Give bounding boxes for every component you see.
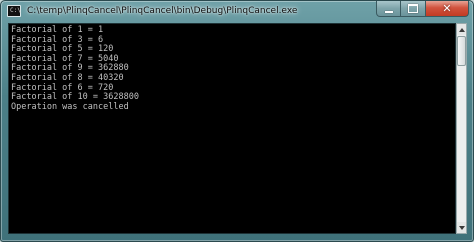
arrow-down-icon: [458, 225, 465, 230]
console-window: C:\ C:\temp\PlinqCancel\PlinqCancel\bin\…: [0, 0, 474, 242]
app-icon-glyph: C:\: [10, 7, 21, 14]
close-icon: ✕: [442, 2, 452, 15]
vertical-scrollbar[interactable]: [456, 23, 467, 234]
console-line: Operation was cancelled: [11, 101, 129, 112]
window-title: C:\temp\PlinqCancel\PlinqCancel\bin\Debu…: [27, 6, 298, 16]
window-bottom-border[interactable]: [1, 234, 473, 241]
scroll-up-button[interactable]: [457, 24, 466, 35]
scroll-thumb[interactable]: [457, 36, 466, 66]
console-app-icon[interactable]: C:\: [7, 5, 21, 17]
console-lines: Factorial of 1 = 1 Factorial of 3 = 6 Fa…: [11, 25, 139, 112]
caption-buttons: ✕: [376, 1, 469, 18]
maximize-icon: [408, 4, 418, 13]
title-bar[interactable]: C:\ C:\temp\PlinqCancel\PlinqCancel\bin\…: [1, 1, 473, 23]
minimize-button[interactable]: [376, 1, 401, 17]
minimize-icon: [384, 10, 393, 13]
console-output-area[interactable]: Factorial of 1 = 1 Factorial of 3 = 6 Fa…: [8, 23, 456, 234]
scroll-down-button[interactable]: [457, 222, 466, 233]
arrow-up-icon: [458, 27, 465, 32]
maximize-button[interactable]: [401, 1, 426, 17]
close-button[interactable]: ✕: [426, 1, 469, 17]
